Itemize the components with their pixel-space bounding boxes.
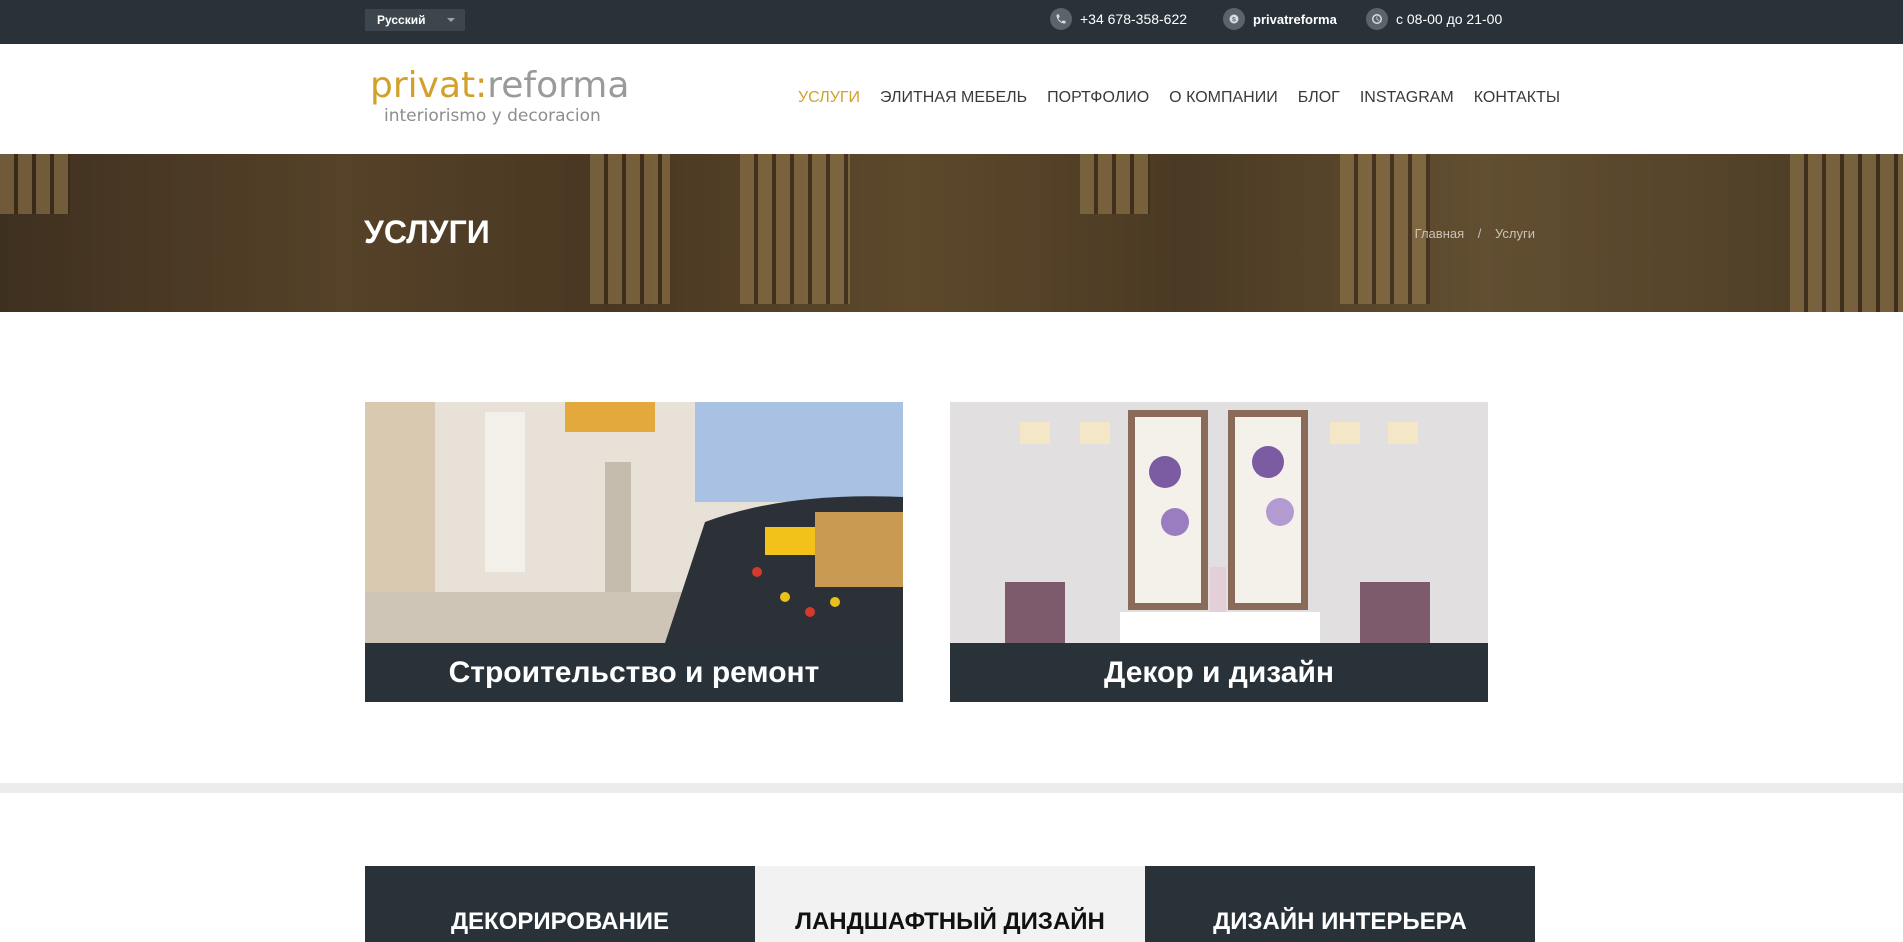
banner-overlay [0, 154, 1903, 312]
logo-part-2: reforma [487, 65, 630, 106]
service-card-title: Строительство и ремонт [365, 643, 903, 702]
top-bar: Русский +34 678-358-622 privatreforma с … [0, 0, 1903, 44]
tile-landscape-design[interactable]: ЛАНДШАФТНЫЙ ДИЗАЙН [755, 866, 1145, 942]
breadcrumb-home-link[interactable]: Главная [1415, 226, 1464, 241]
tile-title: ДЕКОРИРОВАНИЕ [450, 908, 670, 935]
phone-number: +34 678-358-622 [1080, 11, 1188, 27]
nav-item-portfolio[interactable]: ПОРТФОЛИО [1037, 88, 1159, 108]
section-divider [0, 783, 1903, 793]
working-hours: с 08-00 до 21-00 [1366, 8, 1502, 30]
logo-wordmark: privat:reforma [370, 65, 629, 106]
working-hours-text: с 08-00 до 21-00 [1396, 11, 1503, 27]
page-banner: УСЛУГИ Главная / Услуги [0, 154, 1903, 312]
nav-item-services[interactable]: УСЛУГИ [788, 88, 870, 108]
tile-interior-design[interactable]: ДИЗАЙН ИНТЕРЬЕРА [1145, 866, 1535, 942]
skype-icon [1223, 8, 1245, 30]
language-select[interactable]: Русский [365, 9, 465, 31]
nav-item-instagram[interactable]: INSTAGRAM [1350, 88, 1464, 108]
nav-item-blog[interactable]: БЛОГ [1288, 88, 1350, 108]
language-select-value: Русский [377, 13, 426, 27]
clock-icon [1366, 8, 1388, 30]
breadcrumb: Главная / Услуги [1415, 226, 1535, 241]
chevron-down-icon [447, 18, 455, 22]
page-title: УСЛУГИ [364, 214, 490, 250]
phone-contact[interactable]: +34 678-358-622 [1050, 8, 1187, 30]
logo[interactable]: privat:reforma interiorismo y decoracion [370, 65, 629, 136]
logo-tagline: interiorismo y decoracion [384, 106, 601, 126]
nav-item-about[interactable]: О КОМПАНИИ [1159, 88, 1288, 108]
nav-item-elite-furniture[interactable]: ЭЛИТНАЯ МЕБЕЛЬ [870, 88, 1037, 108]
breadcrumb-current: Услуги [1495, 226, 1535, 241]
service-card-title: Декор и дизайн [950, 643, 1488, 702]
skype-contact[interactable]: privatreforma [1223, 8, 1337, 30]
main-nav: УСЛУГИ ЭЛИТНАЯ МЕБЕЛЬ ПОРТФОЛИО О КОМПАН… [788, 88, 1570, 108]
service-card-decor[interactable]: Декор и дизайн [950, 402, 1488, 702]
decor-image [950, 402, 1488, 643]
construction-image [365, 402, 903, 643]
breadcrumb-separator: / [1477, 226, 1482, 241]
logo-part-1: privat: [370, 65, 488, 106]
tile-decorating[interactable]: ДЕКОРИРОВАНИЕ [365, 866, 755, 942]
phone-icon [1050, 8, 1072, 30]
site-header: privat:reforma interiorismo y decoracion… [0, 44, 1903, 154]
skype-name: privatreforma [1253, 11, 1337, 27]
tile-title: ЛАНДШАФТНЫЙ ДИЗАЙН [795, 908, 1105, 935]
nav-item-contacts[interactable]: КОНТАКТЫ [1464, 88, 1570, 108]
tile-title: ДИЗАЙН ИНТЕРЬЕРА [1213, 908, 1467, 935]
service-card-construction[interactable]: Строительство и ремонт [365, 402, 903, 702]
